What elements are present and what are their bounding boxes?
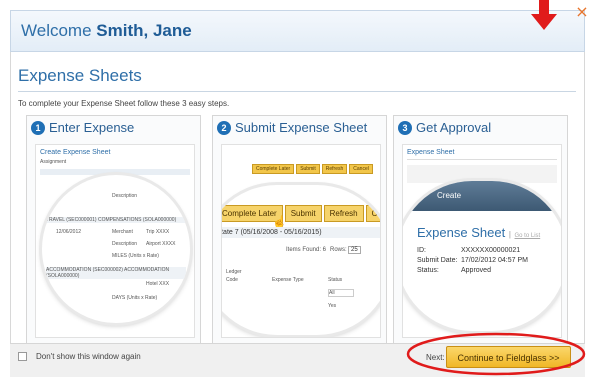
step-number-badge: 1 [31, 121, 45, 135]
zoom-circle: Create Expense Sheet | Go to List ID: XX… [403, 181, 561, 331]
preview-row: ACCOMMODATION (SEC000002) ACCOMMODATION … [46, 267, 186, 279]
welcome-title: Welcome Smith, Jane [21, 21, 192, 41]
preview-divider [407, 159, 557, 160]
status-value: Approved [461, 267, 491, 274]
submit-date-value: 17/02/2012 04:57 PM [461, 257, 528, 264]
preview-rows-label: Rows: [330, 247, 347, 253]
zoom-circle: Complete Later Submit Refresh Ca ☝ Rate 7 (… [222, 185, 380, 335]
dont-show-label: Don't show this window again [36, 352, 141, 361]
zoom-expense-title: Expense Sheet | Go to List [417, 225, 541, 240]
id-value: XXXXXX00000021 [461, 247, 521, 254]
zoomed-button-bar: Complete Later Submit Refresh Ca [222, 203, 380, 222]
preview-row: 12/06/2012 [56, 229, 82, 235]
preview-row: TRAVEL (SEC000001) COMPENSATIONS (SOLA00… [46, 217, 186, 223]
preview-row: DAYS (Units x Rate) [112, 295, 158, 301]
preview-row: MILES (Units x Rate) [112, 253, 159, 259]
preview-row: Hotel XXX [146, 281, 170, 287]
preview-status: Status [328, 277, 343, 283]
step-title-label: Enter Expense [49, 120, 135, 135]
id-label: ID: [417, 247, 426, 254]
preview-status-yes: Yes [328, 303, 337, 309]
preview-button: Ca [365, 205, 380, 222]
preview-button: Submit [284, 205, 322, 222]
step-preview-image: Create Expense Sheet Assignment Descript… [35, 144, 195, 338]
user-name: Smith, Jane [96, 21, 192, 40]
preview-button: Complete Later [252, 164, 295, 174]
preview-row: Merchant [112, 229, 133, 235]
preview-banner [403, 181, 561, 211]
welcome-dialog: Welcome Smith, Jane × Expense Sheets To … [0, 0, 589, 377]
title-divider [18, 91, 576, 92]
preview-row: Description [112, 193, 138, 199]
preview-row: Airport XXXX [146, 241, 176, 247]
step-enter-expense: 1 Enter Expense Create Expense Sheet Assi… [26, 115, 201, 345]
submit-date-label: Submit Date: [417, 257, 458, 264]
status-label: Status: [417, 267, 439, 274]
preview-items-found: Items Found: 6 [286, 247, 327, 253]
preview-button: Refresh [321, 164, 348, 174]
zoom-circle: Description TRAVEL (SEC000001) COMPENSAT… [42, 175, 190, 323]
preview-assignment: Assignment [40, 159, 67, 165]
step-preview-image: Complete Later Submit Refresh Cancel Comple… [221, 144, 381, 338]
preview-heading: Create Expense Sheet [40, 149, 111, 156]
step-title: 1 Enter Expense [31, 120, 134, 135]
dialog-header: Welcome Smith, Jane [10, 10, 585, 52]
step-title: 3 Get Approval [398, 120, 491, 135]
step-preview-image: Expense Sheet Create Expense Sheet | Go … [402, 144, 562, 338]
preview-code: Code [226, 277, 238, 283]
preview-button: Submit [296, 164, 320, 174]
preview-button: Refresh [323, 205, 364, 222]
preview-create: Create [437, 191, 462, 200]
preview-button: Cancel [349, 164, 373, 174]
red-arrow-annotation-icon [531, 0, 557, 30]
page-title: Expense Sheets [18, 66, 142, 85]
step-number-badge: 3 [398, 121, 412, 135]
preview-row: Trip XXXX [146, 229, 170, 235]
instructions-text: To complete your Expense Sheet follow th… [18, 99, 230, 108]
step-get-approval: 3 Get Approval Expense Sheet Create Expen… [393, 115, 568, 345]
go-to-list-link: Go to List [514, 233, 541, 239]
step-submit-expense-sheet: 2 Submit Expense Sheet Complete Later Subm… [212, 115, 387, 345]
welcome-text: Welcome [21, 21, 92, 40]
red-ellipse-annotation-icon [406, 332, 586, 376]
preview-row: Description [112, 241, 138, 247]
step-title-label: Get Approval [416, 120, 492, 135]
preview-expense-type: Expense Type [272, 277, 304, 283]
preview-rows-value: 25 [348, 246, 361, 254]
preview-period: Rate 7 (05/16/2008 - 05/16/2015) [222, 227, 380, 238]
step-title: 2 Submit Expense Sheet [217, 120, 367, 135]
preview-small-title: Expense Sheet [407, 149, 455, 156]
close-icon[interactable]: × [575, 4, 589, 20]
step-title-label: Submit Expense Sheet [235, 120, 368, 135]
dont-show-checkbox[interactable] [18, 352, 27, 361]
preview-ledger: Ledger [226, 269, 242, 275]
step-number-badge: 2 [217, 121, 231, 135]
preview-button-bar: Complete Later Submit Refresh Cancel [252, 157, 380, 174]
preview-status-all: All [328, 289, 354, 297]
zoom-title-text: Expense Sheet [417, 225, 506, 240]
